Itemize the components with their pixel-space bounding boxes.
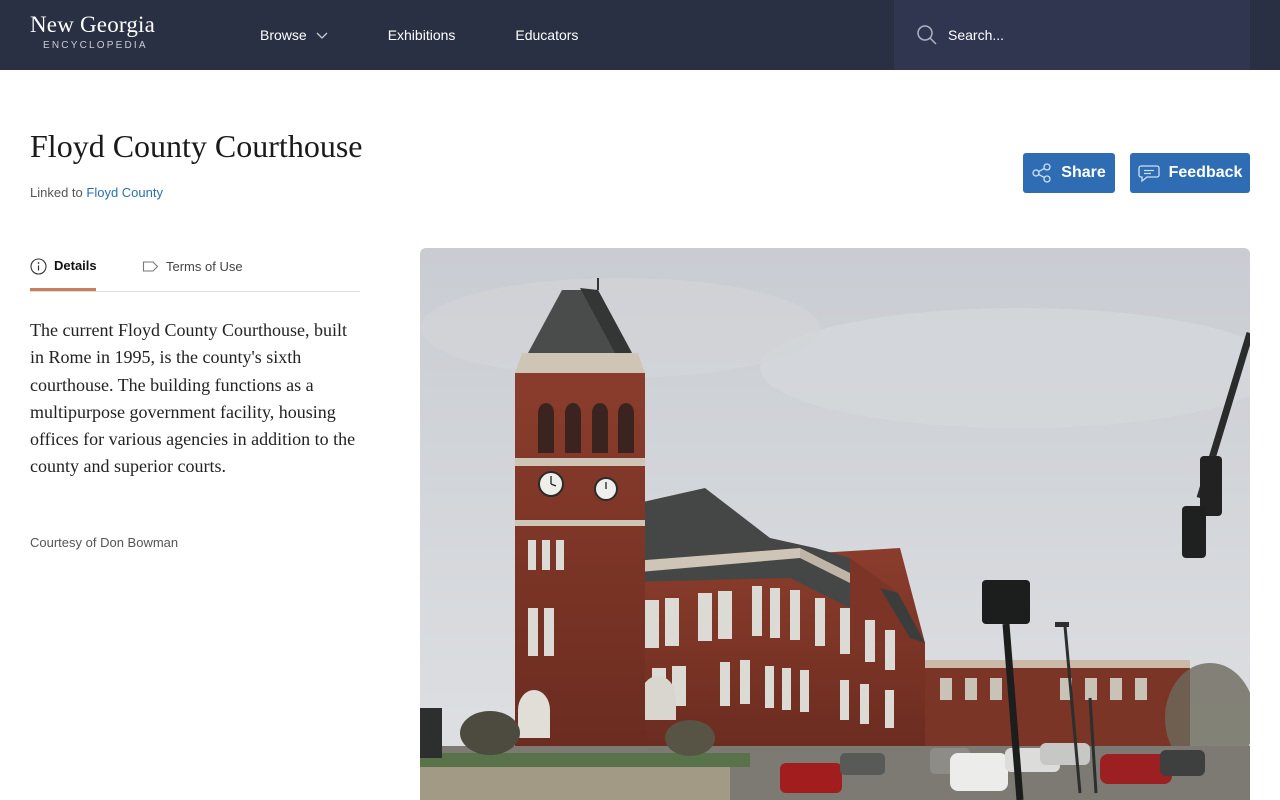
search-box (894, 0, 1250, 70)
courthouse-photo[interactable] (420, 248, 1250, 800)
linked-county-link[interactable]: Floyd County (86, 185, 163, 200)
tab-details-label: Details (54, 258, 97, 273)
site-header: New Georgia ENCYCLOPEDIA Browse Exhibiti… (0, 0, 1280, 70)
info-icon (30, 258, 47, 275)
feedback-label: Feedback (1168, 164, 1243, 181)
share-icon (1032, 163, 1051, 183)
logo-title: New Georgia (30, 12, 156, 37)
linked-prefix: Linked to (30, 185, 83, 200)
search-input[interactable] (948, 27, 1228, 43)
site-logo[interactable]: New Georgia ENCYCLOPEDIA (30, 12, 155, 51)
feedback-button[interactable]: Feedback (1130, 153, 1250, 193)
photo-credit: Courtesy of Don Bowman (30, 535, 179, 550)
tab-terms-of-use[interactable]: Terms of Use (142, 258, 243, 275)
linked-to: Linked to Floyd County (30, 185, 163, 200)
tag-icon (142, 261, 159, 272)
tab-terms-label: Terms of Use (166, 259, 243, 274)
share-button[interactable]: Share (1023, 153, 1115, 193)
nav-exhibitions-label: Exhibitions (387, 27, 456, 43)
main-nav: Browse Exhibitions Educators (260, 0, 638, 70)
logo-subtitle: ENCYCLOPEDIA (43, 40, 148, 51)
speech-bubble-icon (1137, 165, 1160, 183)
tab-details[interactable]: Details (30, 258, 97, 291)
search-icon[interactable] (916, 24, 938, 46)
page-title: Floyd County Courthouse (30, 128, 363, 164)
nav-browse-label: Browse (260, 27, 307, 43)
nav-educators-label: Educators (515, 27, 579, 43)
nav-exhibitions[interactable]: Exhibitions (388, 27, 456, 43)
chevron-down-icon (316, 32, 328, 39)
share-label: Share (1061, 164, 1106, 181)
nav-browse[interactable]: Browse (260, 27, 328, 43)
image-description: The current Floyd County Courthouse, bui… (30, 320, 356, 477)
detail-tabs: Details Terms of Use (30, 248, 360, 292)
nav-educators[interactable]: Educators (515, 27, 578, 43)
